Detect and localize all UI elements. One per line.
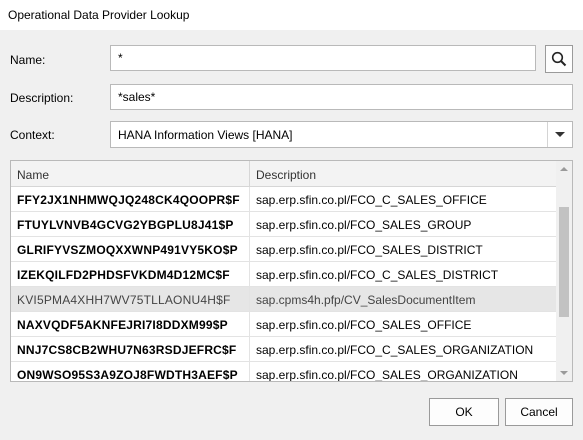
cell-name: NNJ7CS8CB2WHU7N63RSDJEFRC$F <box>17 343 237 357</box>
scrollbar-thumb[interactable] <box>559 207 569 317</box>
cell-name: GLRIFYVSZMOQXXWNP491VY5KO$P <box>17 243 238 257</box>
name-input[interactable]: * <box>110 45 536 71</box>
context-value: HANA Information Views [HANA] <box>118 128 293 142</box>
cancel-button[interactable]: Cancel <box>505 398 573 426</box>
context-label: Context: <box>10 128 55 142</box>
chevron-down-icon <box>555 132 565 137</box>
column-header-description[interactable]: Description <box>256 168 316 182</box>
description-input[interactable]: *sales* <box>110 84 573 110</box>
column-header-name[interactable]: Name <box>17 168 49 182</box>
scroll-up-icon[interactable] <box>560 167 568 171</box>
column-divider[interactable] <box>249 161 250 187</box>
cell-description: sap.erp.sfin.co.pl/FCO_C_SALES_DISTRICT <box>256 268 499 282</box>
search-button[interactable] <box>545 45 573 73</box>
table-row[interactable]: FTUYLVNVB4GCVG2YBGPLU8J41$P sap.erp.sfin… <box>11 212 556 237</box>
table-row[interactable]: NAXVQDF5AKNFEJRI7I8DDXM99$P sap.erp.sfin… <box>11 312 556 337</box>
table-row[interactable]: GLRIFYVSZMOQXXWNP491VY5KO$P sap.erp.sfin… <box>11 237 556 262</box>
cell-name: KVI5PMA4XHH7WV75TLLAONU4H$F <box>17 293 231 307</box>
cell-name: NAXVQDF5AKNFEJRI7I8DDXM99$P <box>17 318 228 332</box>
table-header: Name Description <box>11 161 556 187</box>
cell-description: sap.cpms4h.pfp/CV_SalesDocumentItem <box>256 293 476 307</box>
window-title: Operational Data Provider Lookup <box>8 8 190 22</box>
table-row-selected[interactable]: KVI5PMA4XHH7WV75TLLAONU4H$F sap.cpms4h.p… <box>11 287 556 312</box>
cell-description: sap.erp.sfin.co.pl/FCO_SALES_ORGANIZATIO… <box>256 368 518 382</box>
title-bar: Operational Data Provider Lookup <box>0 0 583 30</box>
cell-name: ON9WSO95S3A9ZOJ8FWDTH3AEF$P <box>17 368 238 382</box>
context-select[interactable]: HANA Information Views [HANA] <box>110 121 573 148</box>
table-row[interactable]: FFY2JX1NHMWQJQ248CK4QOOPR$F sap.erp.sfin… <box>11 187 556 212</box>
scroll-down-icon[interactable] <box>560 371 568 375</box>
table-row[interactable]: ON9WSO95S3A9ZOJ8FWDTH3AEF$P sap.erp.sfin… <box>11 362 556 382</box>
description-label: Description: <box>10 91 74 105</box>
table-row[interactable]: NNJ7CS8CB2WHU7N63RSDJEFRC$F sap.erp.sfin… <box>11 337 556 362</box>
results-table: Name Description FFY2JX1NHMWQJQ248CK4QOO… <box>10 160 573 382</box>
cell-description: sap.erp.sfin.co.pl/FCO_SALES_GROUP <box>256 218 472 232</box>
table-row[interactable]: IZEKQILFD2PHDSFVKDM4D12MC$F sap.erp.sfin… <box>11 262 556 287</box>
vertical-scrollbar[interactable] <box>556 161 572 381</box>
cell-name: IZEKQILFD2PHDSFVKDM4D12MC$F <box>17 268 230 282</box>
cell-name: FTUYLVNVB4GCVG2YBGPLU8J41$P <box>17 218 234 232</box>
search-icon <box>551 51 567 67</box>
cell-name: FFY2JX1NHMWQJQ248CK4QOOPR$F <box>17 193 240 207</box>
cell-description: sap.erp.sfin.co.pl/FCO_C_SALES_OFFICE <box>256 193 487 207</box>
context-dropdown-button[interactable] <box>547 122 572 147</box>
cell-description: sap.erp.sfin.co.pl/FCO_SALES_OFFICE <box>256 318 472 332</box>
cell-description: sap.erp.sfin.co.pl/FCO_C_SALES_ORGANIZAT… <box>256 343 534 357</box>
table-body: FFY2JX1NHMWQJQ248CK4QOOPR$F sap.erp.sfin… <box>11 187 556 382</box>
ok-button[interactable]: OK <box>429 398 499 426</box>
name-label: Name: <box>10 53 46 67</box>
cell-description: sap.erp.sfin.co.pl/FCO_SALES_DISTRICT <box>256 243 483 257</box>
